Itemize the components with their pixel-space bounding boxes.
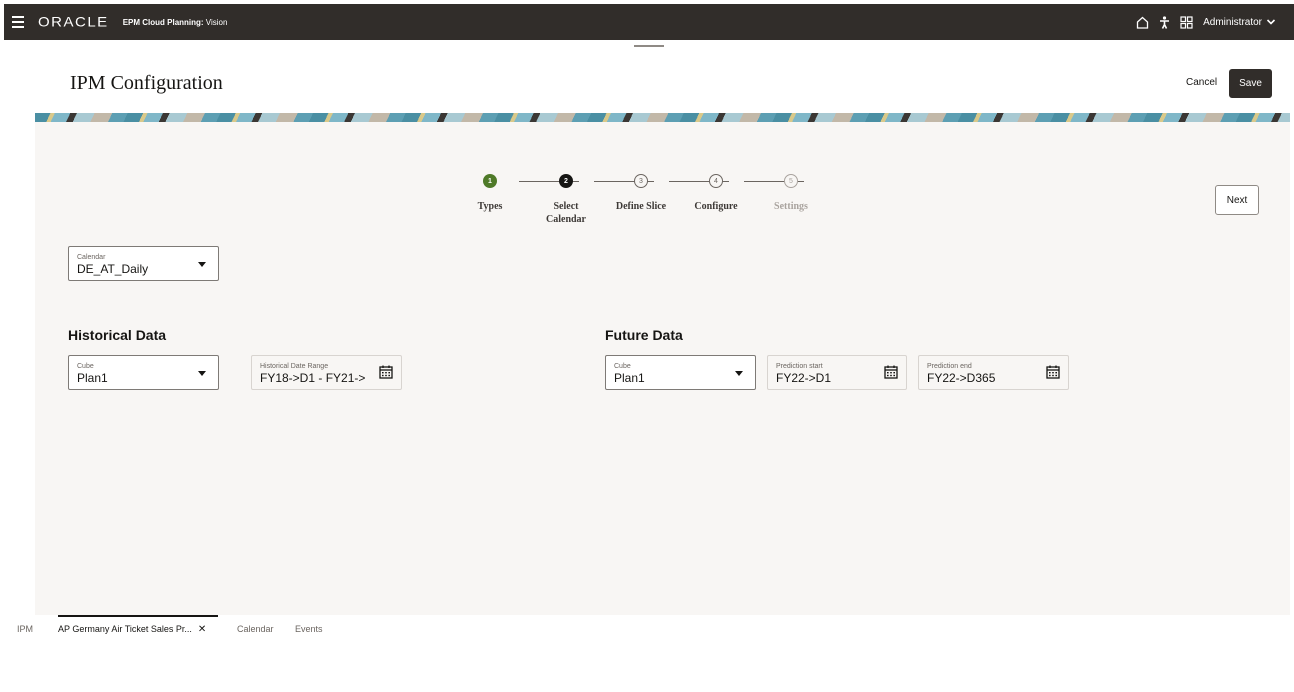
calendar-icon[interactable] (884, 365, 898, 379)
step-number: 5 (784, 174, 798, 188)
step-label: Types (477, 201, 503, 212)
step-settings: 5 Settings (751, 174, 831, 213)
tab-ipm[interactable]: IPM (17, 624, 33, 634)
future-cube-value: Plan1 (614, 371, 645, 385)
page-title: IPM Configuration (70, 72, 223, 94)
user-name: Administrator (1203, 16, 1262, 28)
step-label: Define Slice (615, 201, 667, 212)
tab-events[interactable]: Events (295, 624, 323, 634)
user-menu[interactable]: Administrator (1203, 17, 1276, 28)
historical-date-range-value: FY18->D1 - FY21->D (260, 371, 365, 385)
step-label: Select Calendar (546, 201, 586, 225)
step-number: 3 (634, 174, 648, 188)
decorative-banner (35, 113, 1290, 122)
prediction-start-label: Prediction start (776, 363, 823, 370)
future-cube-select[interactable]: Cube Plan1 (605, 355, 756, 390)
historical-cube-label: Cube (77, 363, 94, 370)
step-configure[interactable]: 4 Configure (676, 174, 756, 213)
calendar-value: DE_AT_Daily (77, 262, 149, 276)
caret-down-icon (198, 262, 206, 267)
top-navigation-bar: ORACLE EPM Cloud Planning: Vision Admini… (4, 4, 1294, 40)
calendar-icon[interactable] (379, 365, 393, 379)
historical-cube-value: Plan1 (77, 371, 108, 385)
tab-ap-germany-air-ticket-sales[interactable]: AP Germany Air Ticket Sales Pr... ✕ (58, 624, 206, 635)
app-title-app: Vision (203, 17, 228, 27)
future-data-heading: Future Data (605, 327, 683, 343)
historical-cube-select[interactable]: Cube Plan1 (68, 355, 219, 390)
next-button[interactable]: Next (1215, 185, 1259, 215)
wizard-stepper: 1 Types 2 Select Calendar 3 Define Slice… (470, 174, 830, 234)
calendar-select[interactable]: Calendar DE_AT_Daily (68, 246, 219, 281)
historical-data-heading: Historical Data (68, 327, 167, 343)
chevron-down-icon (1266, 19, 1276, 25)
prediction-end-value: FY22->D365 (927, 371, 996, 385)
caret-down-icon (198, 371, 206, 376)
active-tab-indicator (58, 615, 218, 617)
step-select-calendar[interactable]: 2 Select Calendar (526, 174, 606, 226)
panel-drag-handle[interactable] (634, 45, 664, 47)
app-title-product: EPM Cloud Planning: (122, 17, 204, 27)
navigator-grid-icon[interactable] (1180, 15, 1193, 29)
step-label: Configure (694, 201, 738, 212)
tab-calendar[interactable]: Calendar (237, 624, 274, 634)
save-button[interactable]: Save (1229, 69, 1272, 98)
hamburger-menu-icon[interactable] (12, 16, 24, 28)
step-label: Settings (774, 201, 808, 212)
historical-date-range-label: Historical Date Range (260, 363, 329, 370)
prediction-end-label: Prediction end (927, 363, 972, 370)
home-icon[interactable] (1136, 16, 1149, 29)
step-number: 1 (483, 174, 497, 188)
step-types[interactable]: 1 Types (450, 174, 530, 213)
prediction-start-field[interactable]: Prediction start FY22->D1 (767, 355, 907, 390)
oracle-logo: ORACLE (38, 14, 109, 30)
prediction-end-field[interactable]: Prediction end FY22->D365 (918, 355, 1069, 390)
app-title: EPM Cloud Planning: Vision (123, 18, 228, 27)
future-cube-label: Cube (614, 363, 631, 370)
step-number: 2 (559, 174, 573, 188)
close-icon[interactable]: ✕ (198, 624, 206, 635)
calendar-label: Calendar (77, 254, 106, 261)
bottom-tab-bar: IPM AP Germany Air Ticket Sales Pr... ✕ C… (0, 615, 1294, 645)
step-define-slice[interactable]: 3 Define Slice (601, 174, 681, 213)
calendar-icon[interactable] (1046, 365, 1060, 379)
caret-down-icon (735, 371, 743, 376)
accessibility-icon[interactable] (1159, 15, 1170, 29)
tab-label: AP Germany Air Ticket Sales Pr... (58, 624, 192, 634)
cancel-button[interactable]: Cancel (1186, 77, 1217, 88)
historical-date-range-field[interactable]: Historical Date Range FY18->D1 - FY21->D (251, 355, 402, 390)
prediction-start-value: FY22->D1 (776, 371, 832, 385)
step-number: 4 (709, 174, 723, 188)
